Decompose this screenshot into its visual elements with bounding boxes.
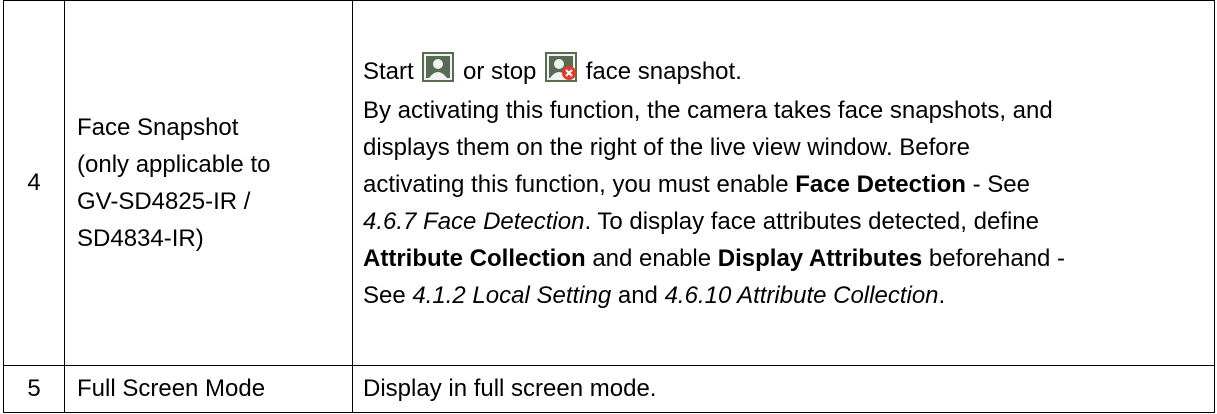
feature-line: SD4834-IR) [77, 224, 204, 252]
display-attributes-term: Display Attributes [717, 244, 923, 272]
description-line: activating this function, you must enabl… [363, 166, 1208, 203]
description-text: and [611, 281, 665, 309]
face-detection-term: Face Detection [795, 170, 966, 198]
description-text: beforehand - [922, 244, 1066, 272]
local-setting-reference: 4.1.2 Local Setting [412, 281, 612, 309]
feature-name: Full Screen Mode [64, 364, 353, 414]
table-row: 4 Face Snapshot (only applicable to GV-S… [3, 0, 1215, 366]
feature-description: Start or stop face snapshot. By activati… [352, 0, 1215, 366]
feature-name: Face Snapshot (only applicable to GV-SD4… [64, 0, 353, 366]
feature-line: GV-SD4825-IR / [77, 187, 251, 215]
feature-description: Display in full screen mode. [352, 364, 1215, 414]
table-row: 5 Full Screen Mode Display in full scree… [3, 364, 1215, 414]
description-line: Attribute Collection and enable Display … [363, 240, 1208, 277]
feature-line: (only applicable to [77, 150, 271, 178]
description-text: . To display face attributes detected, d… [584, 207, 1039, 235]
description-text: See [363, 281, 413, 309]
description-text: - See [965, 170, 1030, 198]
description-text: and enable [585, 244, 718, 272]
attribute-collection-reference: 4.6.10 Attribute Collection [664, 281, 939, 309]
feature-table: 4 Face Snapshot (only applicable to GV-S… [3, 0, 1215, 414]
face-snapshot-text: face snapshot. [585, 57, 742, 85]
description-text: . [938, 281, 946, 309]
attribute-collection-term: Attribute Collection [363, 244, 586, 272]
face-detection-reference: 4.6.7 Face Detection [363, 207, 585, 235]
description-text: activating this function, you must enabl… [363, 170, 796, 198]
feature-line: Face Snapshot [77, 113, 239, 141]
or-stop-text: or stop [463, 57, 537, 85]
description-line: displays them on the right of the live v… [363, 133, 970, 161]
row-number: 4 [3, 0, 65, 366]
description-line: See 4.1.2 Local Setting and 4.6.10 Attri… [363, 277, 1208, 314]
description-line: 4.6.7 Face Detection. To display face at… [363, 203, 1208, 240]
description-line: Start or stop face snapshot. [363, 51, 1208, 90]
face-snapshot-start-icon [422, 51, 455, 82]
row-number: 5 [3, 364, 65, 414]
start-text: Start [363, 57, 414, 85]
face-snapshot-stop-icon [545, 51, 578, 82]
description-line: By activating this function, the camera … [363, 96, 1053, 124]
